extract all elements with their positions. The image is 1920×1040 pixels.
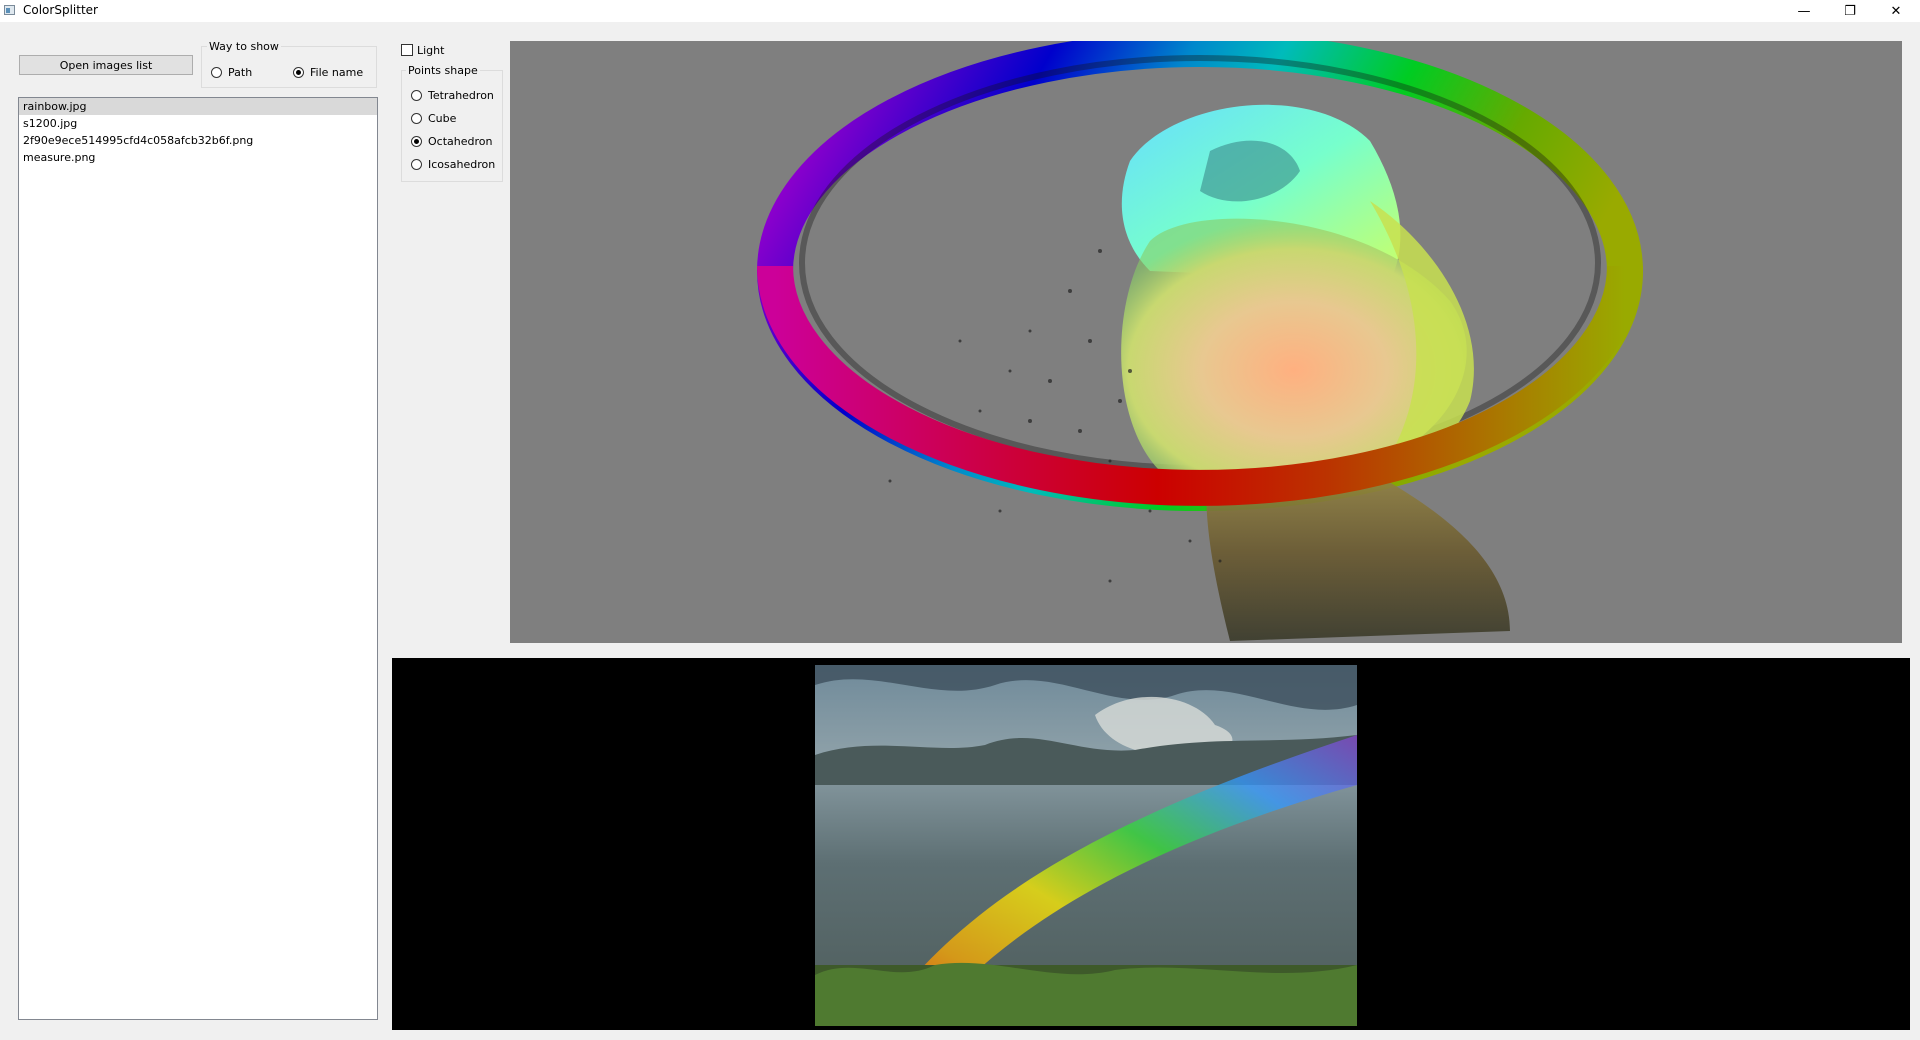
- radio-file-name[interactable]: File name: [293, 64, 363, 80]
- radio-file-name-indicator[interactable]: [293, 66, 304, 78]
- radio-tetrahedron[interactable]: Tetrahedron: [411, 87, 494, 103]
- radio-icosahedron-label: Icosahedron: [428, 157, 496, 171]
- radio-icosahedron[interactable]: Icosahedron: [411, 156, 495, 172]
- radio-cube-label: Cube: [428, 111, 457, 125]
- app-icon: [4, 5, 15, 15]
- list-item[interactable]: s1200.jpg: [19, 115, 377, 132]
- close-button[interactable]: ✕: [1873, 0, 1919, 22]
- radio-path-indicator[interactable]: [211, 66, 222, 78]
- restore-icon: ❐: [1844, 3, 1856, 19]
- color-cloud-render: [757, 41, 1643, 641]
- open-images-list-button[interactable]: Open images list: [19, 55, 193, 75]
- minimize-icon: —: [1797, 3, 1811, 19]
- radio-tetrahedron-label: Tetrahedron: [428, 88, 494, 102]
- radio-file-name-label: File name: [310, 65, 364, 79]
- points-shape-title: Points shape: [406, 64, 480, 77]
- radio-cube[interactable]: Cube: [411, 110, 456, 126]
- light-checkbox-label: Light: [417, 43, 445, 57]
- radio-path[interactable]: Path: [211, 64, 252, 80]
- radio-path-label: Path: [228, 65, 253, 79]
- title-bar: [0, 0, 1920, 22]
- list-item[interactable]: 2f90e9ece514995cfd4c058afcb32b6f.png: [19, 132, 377, 149]
- minimize-button[interactable]: —: [1781, 0, 1827, 22]
- radio-cube-indicator[interactable]: [411, 112, 422, 124]
- radio-octahedron-indicator[interactable]: [411, 135, 422, 147]
- close-icon: ✕: [1890, 3, 1902, 19]
- light-checkbox[interactable]: Light: [401, 42, 444, 58]
- radio-octahedron[interactable]: Octahedron: [411, 133, 492, 149]
- rainbow-image: [815, 665, 1357, 1026]
- file-list[interactable]: rainbow.jpg s1200.jpg 2f90e9ece514995cfd…: [18, 97, 378, 1020]
- radio-octahedron-label: Octahedron: [428, 134, 493, 148]
- radio-icosahedron-indicator[interactable]: [411, 158, 422, 170]
- color-space-3d-view[interactable]: [510, 41, 1902, 643]
- image-preview-panel: [392, 658, 1910, 1030]
- list-item[interactable]: rainbow.jpg: [19, 98, 377, 115]
- radio-tetrahedron-indicator[interactable]: [411, 89, 422, 101]
- restore-button[interactable]: ❐: [1827, 0, 1873, 22]
- window-title: ColorSplitter: [23, 3, 98, 17]
- list-item[interactable]: measure.png: [19, 149, 377, 166]
- light-checkbox-box[interactable]: [401, 44, 413, 56]
- way-to-show-title: Way to show: [207, 40, 281, 53]
